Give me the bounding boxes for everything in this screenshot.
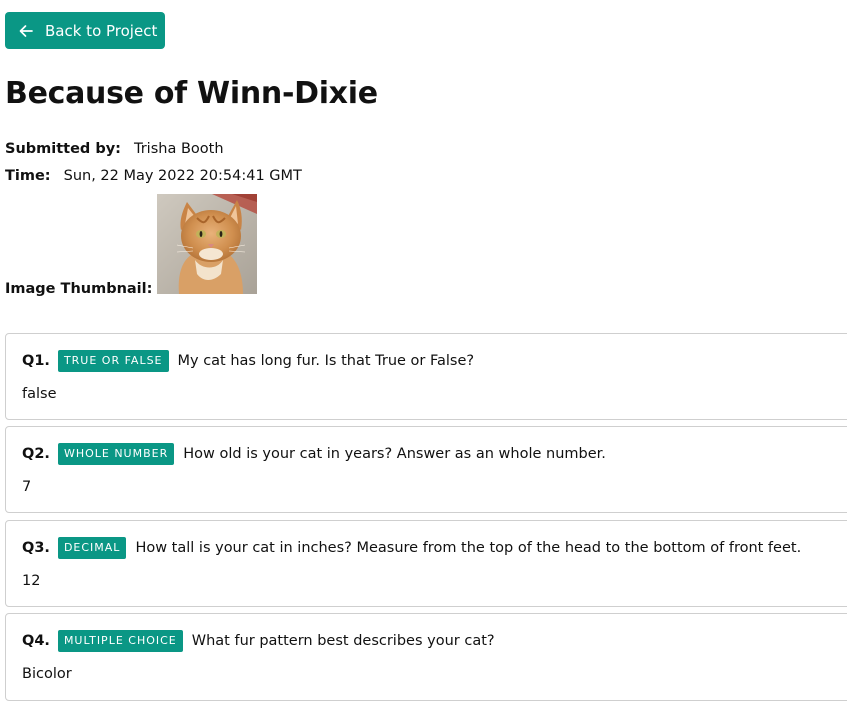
question-number: Q4. [22, 633, 50, 649]
cat-thumbnail-image[interactable] [157, 194, 257, 294]
back-button-label: Back to Project [45, 21, 158, 40]
submitted-by-row: Submitted by: Trisha Booth [5, 139, 224, 159]
question-line: Q3. DECIMAL How tall is your cat in inch… [22, 537, 801, 559]
question-type-badge: MULTIPLE CHOICE [57, 630, 183, 652]
question-answer: 12 [22, 573, 41, 589]
question-answer: 7 [22, 479, 32, 495]
question-text: How old is your cat in years? Answer as … [183, 446, 606, 462]
time-value: Sun, 22 May 2022 20:54:41 GMT [63, 168, 302, 184]
thumbnail-row: Image Thumbnail: [5, 279, 152, 299]
question-card-3: Q3. DECIMAL How tall is your cat in inch… [5, 520, 847, 607]
question-line: Q2. WHOLE NUMBER How old is your cat in … [22, 443, 606, 465]
time-row: Time: Sun, 22 May 2022 20:54:41 GMT [5, 166, 302, 186]
question-text: How tall is your cat in inches? Measure … [135, 540, 802, 556]
question-card-4: Q4. MULTIPLE CHOICE What fur pattern bes… [5, 613, 847, 701]
question-line: Q4. MULTIPLE CHOICE What fur pattern bes… [22, 630, 495, 652]
page-title: Because of Winn-Dixie [5, 76, 378, 111]
question-text: What fur pattern best describes your cat… [191, 633, 495, 649]
thumbnail-label: Image Thumbnail: [5, 281, 153, 297]
question-number: Q3. [22, 540, 50, 556]
back-to-project-button[interactable]: Back to Project [5, 12, 165, 49]
question-number: Q1. [22, 353, 50, 369]
submitted-by-label: Submitted by: [5, 141, 121, 157]
question-type-badge: WHOLE NUMBER [57, 443, 175, 465]
submitted-by-value: Trisha Booth [133, 141, 224, 157]
question-answer: Bicolor [22, 666, 72, 682]
question-line: Q1. TRUE OR FALSE My cat has long fur. I… [22, 350, 474, 372]
question-card-2: Q2. WHOLE NUMBER How old is your cat in … [5, 426, 847, 513]
time-label: Time: [5, 168, 51, 184]
question-answer: false [22, 386, 57, 402]
arrow-left-icon [17, 22, 35, 40]
question-number: Q2. [22, 446, 50, 462]
question-text: My cat has long fur. Is that True or Fal… [177, 353, 475, 369]
question-type-badge: DECIMAL [57, 537, 127, 559]
question-type-badge: TRUE OR FALSE [57, 350, 169, 372]
question-card-1: Q1. TRUE OR FALSE My cat has long fur. I… [5, 333, 847, 420]
